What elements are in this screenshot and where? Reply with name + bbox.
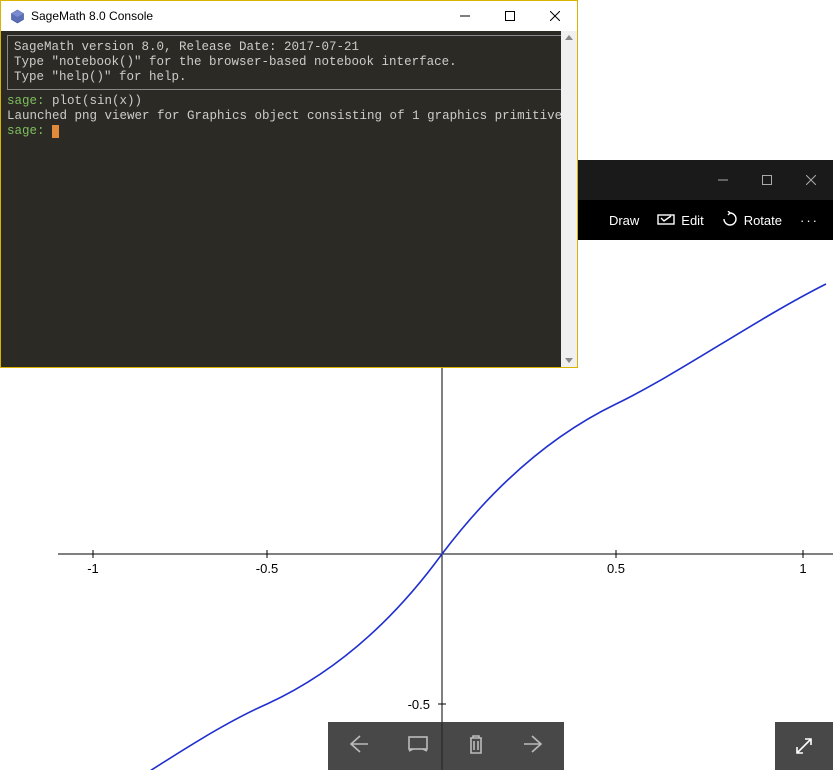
- console-banner: SageMath version 8.0, Release Date: 2017…: [7, 35, 571, 90]
- console-line-1: sage: plot(sin(x)): [7, 94, 571, 109]
- rotate-icon: [722, 211, 738, 230]
- console-body[interactable]: SageMath version 8.0, Release Date: 2017…: [1, 31, 577, 367]
- sagemath-icon: [9, 8, 25, 24]
- tick-pos1: 1: [799, 561, 806, 576]
- scrollbar[interactable]: [561, 31, 577, 367]
- delete-button[interactable]: [468, 734, 484, 759]
- next-button[interactable]: [524, 735, 544, 758]
- maximize-button[interactable]: [745, 160, 789, 200]
- console-output: Launched png viewer for Graphics object …: [7, 109, 571, 124]
- banner-line1: SageMath version 8.0, Release Date: 2017…: [14, 40, 359, 54]
- close-button[interactable]: [789, 160, 833, 200]
- console-line-2: sage:: [7, 124, 571, 139]
- edit-icon: [657, 212, 675, 229]
- draw-button[interactable]: Draw: [609, 213, 639, 228]
- edit-button[interactable]: Edit: [657, 212, 703, 229]
- sagemath-console-window: SageMath 8.0 Console SageMath version 8.…: [0, 0, 578, 368]
- tick-pos05: 0.5: [607, 561, 625, 576]
- console-titlebar[interactable]: SageMath 8.0 Console: [1, 1, 577, 31]
- fullscreen-button[interactable]: [775, 722, 833, 770]
- minimize-button[interactable]: [701, 160, 745, 200]
- maximize-button[interactable]: [487, 1, 532, 31]
- draw-label: Draw: [609, 213, 639, 228]
- prompt: sage:: [7, 124, 45, 138]
- more-button[interactable]: ···: [800, 213, 819, 228]
- rotate-button[interactable]: Rotate: [722, 211, 782, 230]
- console-title: SageMath 8.0 Console: [31, 9, 442, 23]
- more-icon: ···: [800, 213, 819, 228]
- close-button[interactable]: [532, 1, 577, 31]
- tick-yneg05: -0.5: [408, 697, 430, 712]
- prev-button[interactable]: [348, 735, 368, 758]
- tick-neg05: -0.5: [256, 561, 278, 576]
- minimize-button[interactable]: [442, 1, 487, 31]
- slideshow-button[interactable]: [408, 736, 428, 757]
- command-text: plot(sin(x)): [45, 94, 143, 108]
- edit-label: Edit: [681, 213, 703, 228]
- banner-line3: Type "help()" for help.: [14, 70, 187, 84]
- banner-line2: Type "notebook()" for the browser-based …: [14, 55, 457, 69]
- prompt: sage:: [7, 94, 45, 108]
- photos-bottom-toolbar: [328, 722, 564, 770]
- tick-neg1: -1: [87, 561, 99, 576]
- cursor: [52, 125, 59, 138]
- rotate-label: Rotate: [744, 213, 782, 228]
